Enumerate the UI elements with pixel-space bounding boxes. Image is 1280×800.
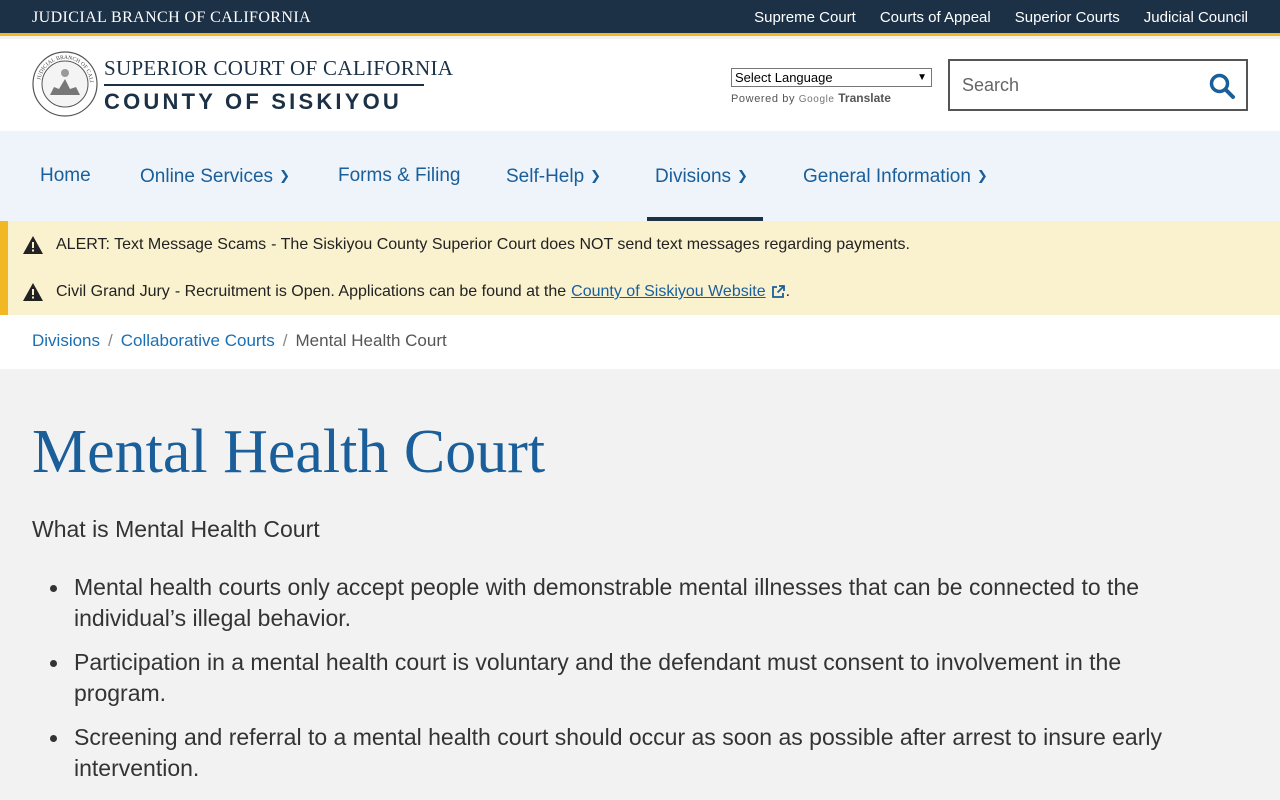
info-list: Mental health courts only accept people … — [32, 572, 1212, 797]
nav-label-divisions: Divisions — [655, 166, 732, 187]
top-link-supreme-court[interactable]: Supreme Court — [754, 9, 856, 26]
breadcrumb-divisions[interactable]: Divisions — [32, 331, 100, 351]
site-header: JUDICIAL BRANCH OF CALIFORNIA SUPERIOR C… — [0, 39, 1280, 131]
chevron-down-icon: ▼ — [917, 72, 927, 83]
alert-tail: . — [785, 283, 791, 300]
nav-label-self-help: Self-Help — [506, 166, 585, 187]
top-link-judicial-council[interactable]: Judicial Council — [1144, 9, 1248, 26]
nav-item-home[interactable]: Home — [40, 131, 91, 221]
google-translate-attribution: Powered by Google Translate — [731, 91, 891, 105]
list-item: Mental health courts only accept people … — [32, 572, 1212, 634]
breadcrumb: Divisions / Collaborative Courts / Menta… — [0, 315, 1280, 369]
top-link-courts-of-appeal[interactable]: Courts of Appeal — [880, 9, 991, 26]
list-item-text: Mental health courts only accept people … — [74, 574, 1140, 631]
nav-item-self-help[interactable]: Self-Help ❯ — [506, 131, 601, 221]
external-link-icon — [771, 285, 785, 298]
warning-icon — [23, 283, 43, 301]
search-icon[interactable] — [1208, 72, 1236, 100]
chevron-down-icon: ❯ — [737, 168, 748, 183]
google-logo-icon: Google — [798, 94, 835, 105]
nav-item-forms-filing[interactable]: Forms & Filing — [338, 131, 460, 221]
court-name-line2: COUNTY OF SISKIYOU — [104, 89, 402, 114]
court-seal-logo[interactable]: JUDICIAL BRANCH OF CALIFORNIA — [32, 51, 98, 117]
alert-title: ALERT: Text Message Scams — [56, 236, 267, 253]
top-link-superior-courts[interactable]: Superior Courts — [1015, 9, 1120, 26]
nav-label-online-services: Online Services — [140, 166, 274, 187]
list-item: Screening and referral to a mental healt… — [32, 722, 1212, 784]
warning-icon — [23, 236, 43, 254]
breadcrumb-separator: / — [108, 331, 113, 350]
list-item-text: Screening and referral to a mental healt… — [74, 724, 1162, 781]
nav-label-forms-filing: Forms & Filing — [338, 165, 461, 186]
main-navigation: Home Online Services ❯ Forms & Filing Sel… — [0, 131, 1280, 221]
nav-item-online-services[interactable]: Online Services ❯ — [140, 131, 290, 221]
search-box — [948, 59, 1248, 111]
alert-banner: ALERT: Text Message Scams - The Siskiyou… — [0, 221, 1280, 315]
county-website-link[interactable]: County of Siskiyou Website — [571, 283, 765, 301]
top-links: Supreme Court Courts of Appeal Superior … — [754, 9, 1248, 26]
language-select[interactable]: Select Language ▼ — [731, 68, 932, 87]
nav-item-divisions[interactable]: Divisions ❯ — [655, 131, 748, 221]
main-content: Mental Health Court What is Mental Healt… — [0, 369, 1280, 800]
court-name-divider — [104, 84, 424, 86]
breadcrumb-separator: / — [282, 331, 288, 350]
judicial-branch-label: JUDICIAL BRANCH OF CALIFORNIA — [32, 9, 312, 26]
nav-label-general-information: General Information — [803, 166, 971, 187]
chevron-down-icon: ❯ — [279, 168, 290, 183]
chevron-down-icon: ❯ — [976, 168, 988, 183]
list-item-text: Participation in a mental health court i… — [74, 649, 1122, 706]
alert-grand-jury: Civil Grand Jury - Recruitment is Open. … — [22, 280, 790, 304]
top-utility-bar: JUDICIAL BRANCH OF CALIFORNIA Supreme Co… — [0, 0, 1280, 36]
alert-text: - The Siskiyou County Superior Court doe… — [271, 236, 910, 253]
page-title: Mental Health Court — [32, 418, 546, 486]
search-input[interactable] — [962, 73, 1202, 97]
alert-text-scams: ALERT: Text Message Scams - The Siskiyou… — [22, 233, 910, 257]
alert-text: - Recruitment is Open. Applications can … — [174, 283, 567, 300]
nav-item-general-information[interactable]: General Information ❯ — [803, 131, 988, 221]
court-name-line1: SUPERIOR COURT OF CALIFORNIA — [104, 56, 454, 80]
alert-title: Civil Grand Jury — [56, 283, 170, 300]
section-subheading: What is Mental Health Court — [32, 516, 320, 542]
language-select-value: Select Language — [735, 70, 833, 85]
breadcrumb-collaborative-courts[interactable]: Collaborative Courts — [121, 331, 275, 351]
translate-link[interactable]: Translate — [838, 91, 891, 105]
chevron-down-icon: ❯ — [590, 168, 602, 183]
powered-by-label: Powered by — [731, 93, 796, 105]
breadcrumb-current: Mental Health Court — [295, 331, 447, 350]
list-item: Participation in a mental health court i… — [32, 647, 1212, 709]
nav-label-home: Home — [40, 165, 91, 186]
